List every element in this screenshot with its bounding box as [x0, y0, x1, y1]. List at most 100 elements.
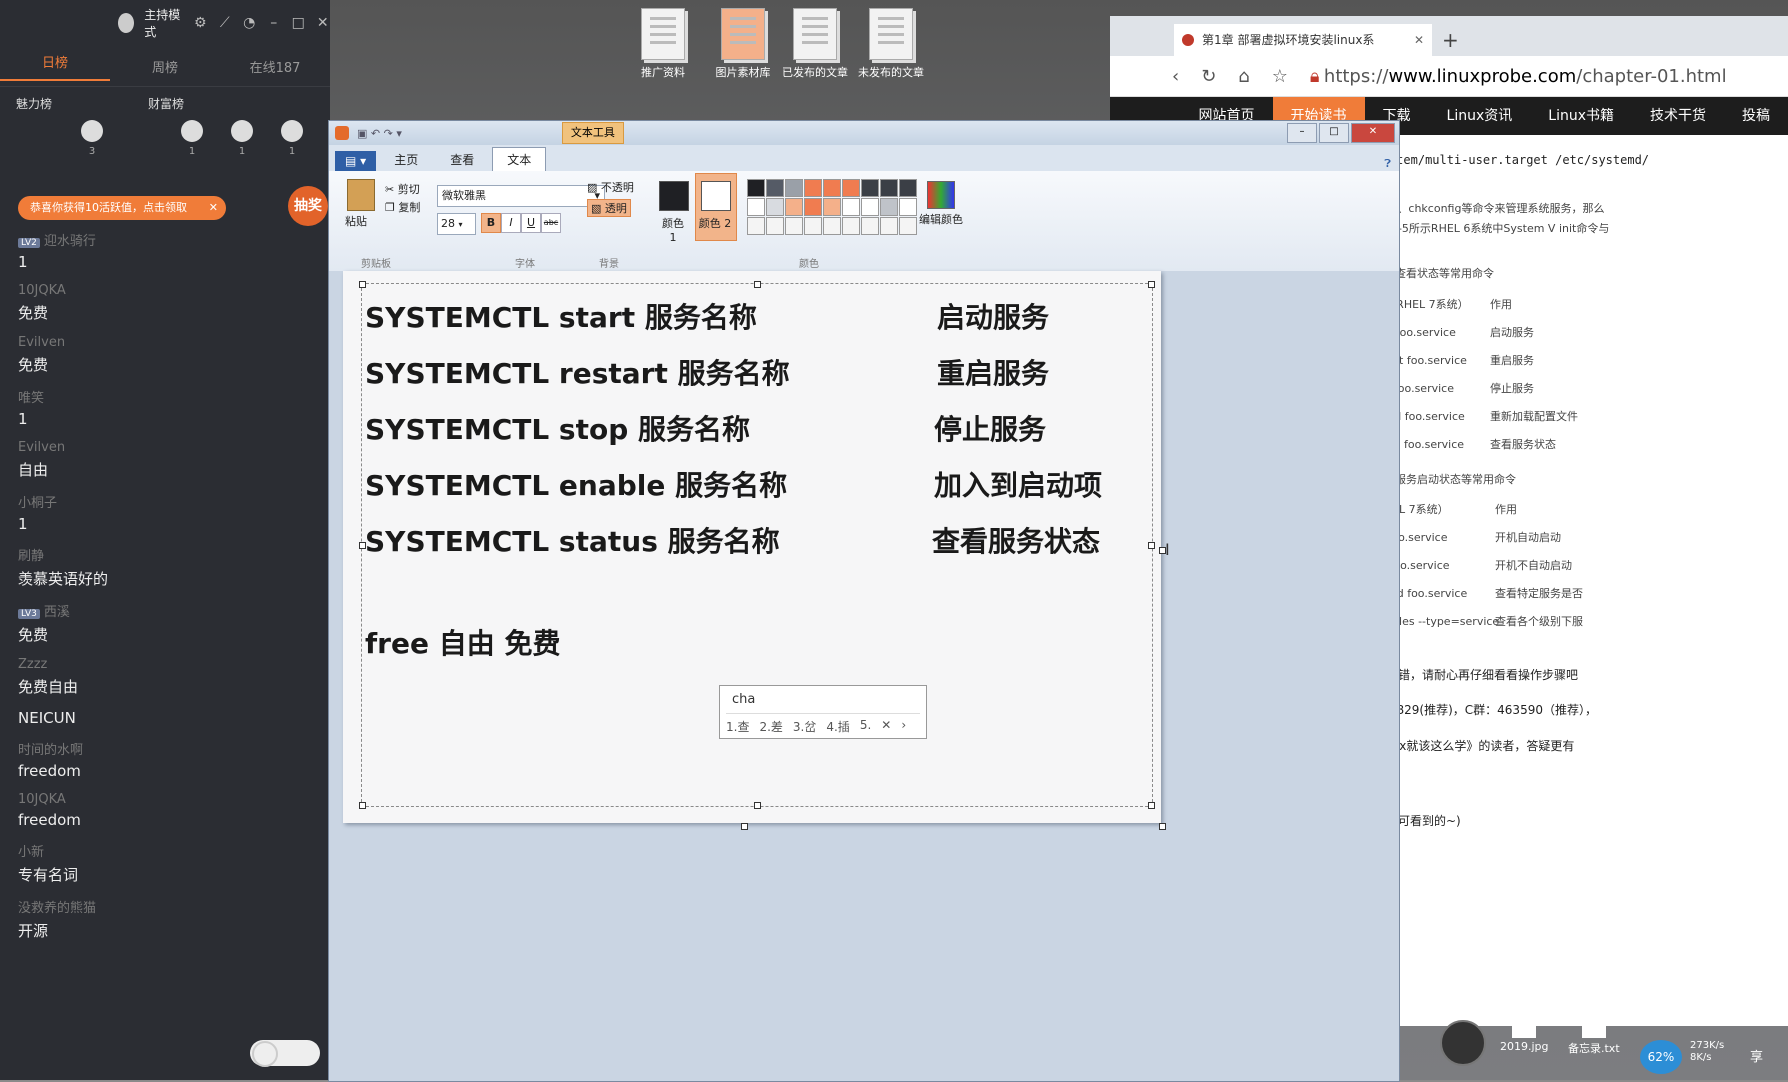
paste-button[interactable]: 粘贴 [345, 213, 367, 229]
paste-icon[interactable] [347, 179, 375, 211]
palette-swatch[interactable] [766, 179, 784, 197]
tab-weekly[interactable]: 周榜 [110, 57, 220, 76]
palette-swatch[interactable] [880, 198, 898, 216]
canvas-resize-handle[interactable] [1159, 823, 1166, 830]
palette-swatch[interactable] [899, 179, 917, 197]
palette-swatch[interactable] [804, 179, 822, 197]
tab-daily[interactable]: 日榜 [0, 52, 110, 81]
chat-username[interactable]: Evilven [18, 440, 318, 455]
desktop-icon-unpublished[interactable]: 未发布的文章 [846, 8, 936, 80]
site-nav-item[interactable]: 投稿 [1724, 97, 1788, 135]
favorite-star-icon[interactable]: ☆ [1272, 66, 1288, 87]
skin-icon[interactable]: ◔ [242, 15, 257, 31]
palette-swatch-empty[interactable] [804, 217, 822, 235]
opaque-option[interactable]: ▨ 不透明 [587, 179, 634, 195]
desktop-file-2019[interactable]: 2019.jpg [1500, 1018, 1549, 1053]
site-nav-item[interactable]: Linux书籍 [1530, 97, 1632, 135]
cut-button[interactable]: ✂ 剪切 [385, 181, 420, 197]
palette-swatch[interactable] [804, 198, 822, 216]
paint-app-icon[interactable] [335, 126, 349, 140]
chat-username[interactable]: 没救养的熊猫 [18, 897, 318, 916]
palette-swatch-empty[interactable] [766, 217, 784, 235]
palette-swatch[interactable] [861, 198, 879, 216]
bold-button[interactable]: B [481, 213, 501, 233]
underline-button[interactable]: U [521, 213, 541, 233]
url-field[interactable]: 🔒︎ https://www.linuxprobe.com/chapter-01… [1310, 66, 1727, 87]
palette-swatch-empty[interactable] [899, 217, 917, 235]
chat-username[interactable]: 唯笑 [18, 387, 318, 406]
quick-access-icons[interactable]: ▣ ↶ ↷ ▾ [357, 127, 402, 140]
resize-handle[interactable] [1148, 542, 1155, 549]
palette-swatch[interactable] [861, 179, 879, 197]
ime-candidate-window[interactable]: cha 1.查 2.差 3.岔 4.插 5. ✕ › [719, 685, 927, 739]
settings-icon[interactable]: ⚙ [193, 15, 208, 31]
resize-handle[interactable] [359, 802, 366, 809]
resize-handle[interactable] [1148, 802, 1155, 809]
tab-home[interactable]: 主页 [380, 148, 432, 171]
ime-candidate[interactable]: 3.岔 [793, 718, 816, 735]
tab-text[interactable]: 文本 [492, 147, 547, 171]
palette-swatch[interactable] [880, 179, 898, 197]
palette-swatch-empty[interactable] [823, 217, 841, 235]
resize-handle[interactable] [754, 802, 761, 809]
site-nav-item[interactable]: 技术干货 [1632, 97, 1724, 135]
browser-tab[interactable]: 第1章 部署虚拟环境安装linux系 ✕ [1174, 24, 1432, 56]
site-nav-item[interactable]: Linux资讯 [1429, 97, 1531, 135]
lottery-button[interactable]: 抽奖 [288, 186, 328, 226]
chat-username[interactable]: LV2 迎水骑行 [18, 230, 318, 249]
desktop-icon-promo[interactable]: 推广资料 [618, 8, 708, 80]
home-icon[interactable]: ⌂ [1238, 66, 1249, 87]
palette-swatch-empty[interactable] [861, 217, 879, 235]
resize-handle[interactable] [359, 281, 366, 288]
tab-online[interactable]: 在线187 [220, 57, 330, 76]
tab-view[interactable]: 查看 [436, 148, 488, 171]
rank-avatar[interactable]: 3 [80, 120, 104, 157]
drawing-canvas[interactable]: I SYSTEMCTL start 服务名称 启动服务 SYSTEMCTL rest… [343, 271, 1170, 823]
desktop-file-memo[interactable]: 备忘录.txt [1568, 1018, 1620, 1056]
avatar[interactable] [118, 13, 135, 33]
ime-candidate[interactable]: 4.插 [826, 718, 849, 735]
reload-icon[interactable]: ↻ [1201, 66, 1216, 87]
close-icon[interactable]: ✕ [1351, 123, 1395, 143]
chat-username[interactable]: 10JQKA [18, 283, 318, 298]
chat-username[interactable]: 时间的水啊 [18, 739, 318, 758]
minimize-icon[interactable]: – [266, 15, 281, 31]
ime-candidate[interactable]: 1.查 [726, 718, 749, 735]
palette-swatch[interactable] [823, 198, 841, 216]
ime-candidate[interactable]: 2.差 [759, 718, 782, 735]
maximize-icon[interactable]: □ [291, 15, 306, 31]
strikethrough-button[interactable]: abc [541, 213, 561, 233]
font-family-select[interactable]: 微软雅黑 ▾ [437, 185, 605, 207]
chat-username[interactable]: Zzzz [18, 657, 318, 672]
color-1-label[interactable]: 颜色 1 [657, 215, 689, 244]
file-menu-button[interactable]: ▤ ▾ [335, 151, 377, 171]
resize-handle[interactable] [754, 281, 761, 288]
minimize-icon[interactable]: – [1287, 123, 1317, 143]
maximize-icon[interactable]: □ [1319, 123, 1349, 143]
palette-swatch-empty[interactable] [842, 217, 860, 235]
close-icon[interactable]: ✕ [315, 15, 330, 31]
palette-swatch[interactable] [899, 198, 917, 216]
color-2-swatch[interactable] [701, 181, 731, 211]
next-page-icon[interactable]: › [901, 718, 906, 735]
palette-swatch[interactable] [842, 198, 860, 216]
chat-username[interactable]: LV3 西溪 [18, 601, 318, 620]
close-tab-icon[interactable]: ✕ [1414, 24, 1424, 56]
italic-button[interactable]: I [501, 213, 521, 233]
palette-swatch-empty[interactable] [880, 217, 898, 235]
edit-colors-icon[interactable] [927, 181, 955, 209]
copy-button[interactable]: ❐ 复制 [385, 199, 420, 215]
chat-username[interactable]: 小桐子 [18, 492, 318, 511]
color-1-swatch[interactable] [659, 181, 689, 211]
font-size-select[interactable]: 28 ▾ [437, 213, 476, 235]
canvas-resize-handle[interactable] [741, 823, 748, 830]
share-button[interactable]: 享 [1750, 1046, 1763, 1065]
palette-swatch[interactable] [766, 198, 784, 216]
new-tab-icon[interactable]: + [1442, 28, 1459, 52]
back-icon[interactable]: ‹ [1172, 66, 1179, 87]
palette-swatch[interactable] [747, 198, 765, 216]
chat-username[interactable]: 小新 [18, 841, 318, 860]
rank-avatar[interactable]: 1 [230, 120, 254, 157]
reward-notice[interactable]: 恭喜你获得10活跃值，点击领取 ✕ [18, 196, 226, 220]
rank-avatar[interactable]: 1 [280, 120, 304, 157]
